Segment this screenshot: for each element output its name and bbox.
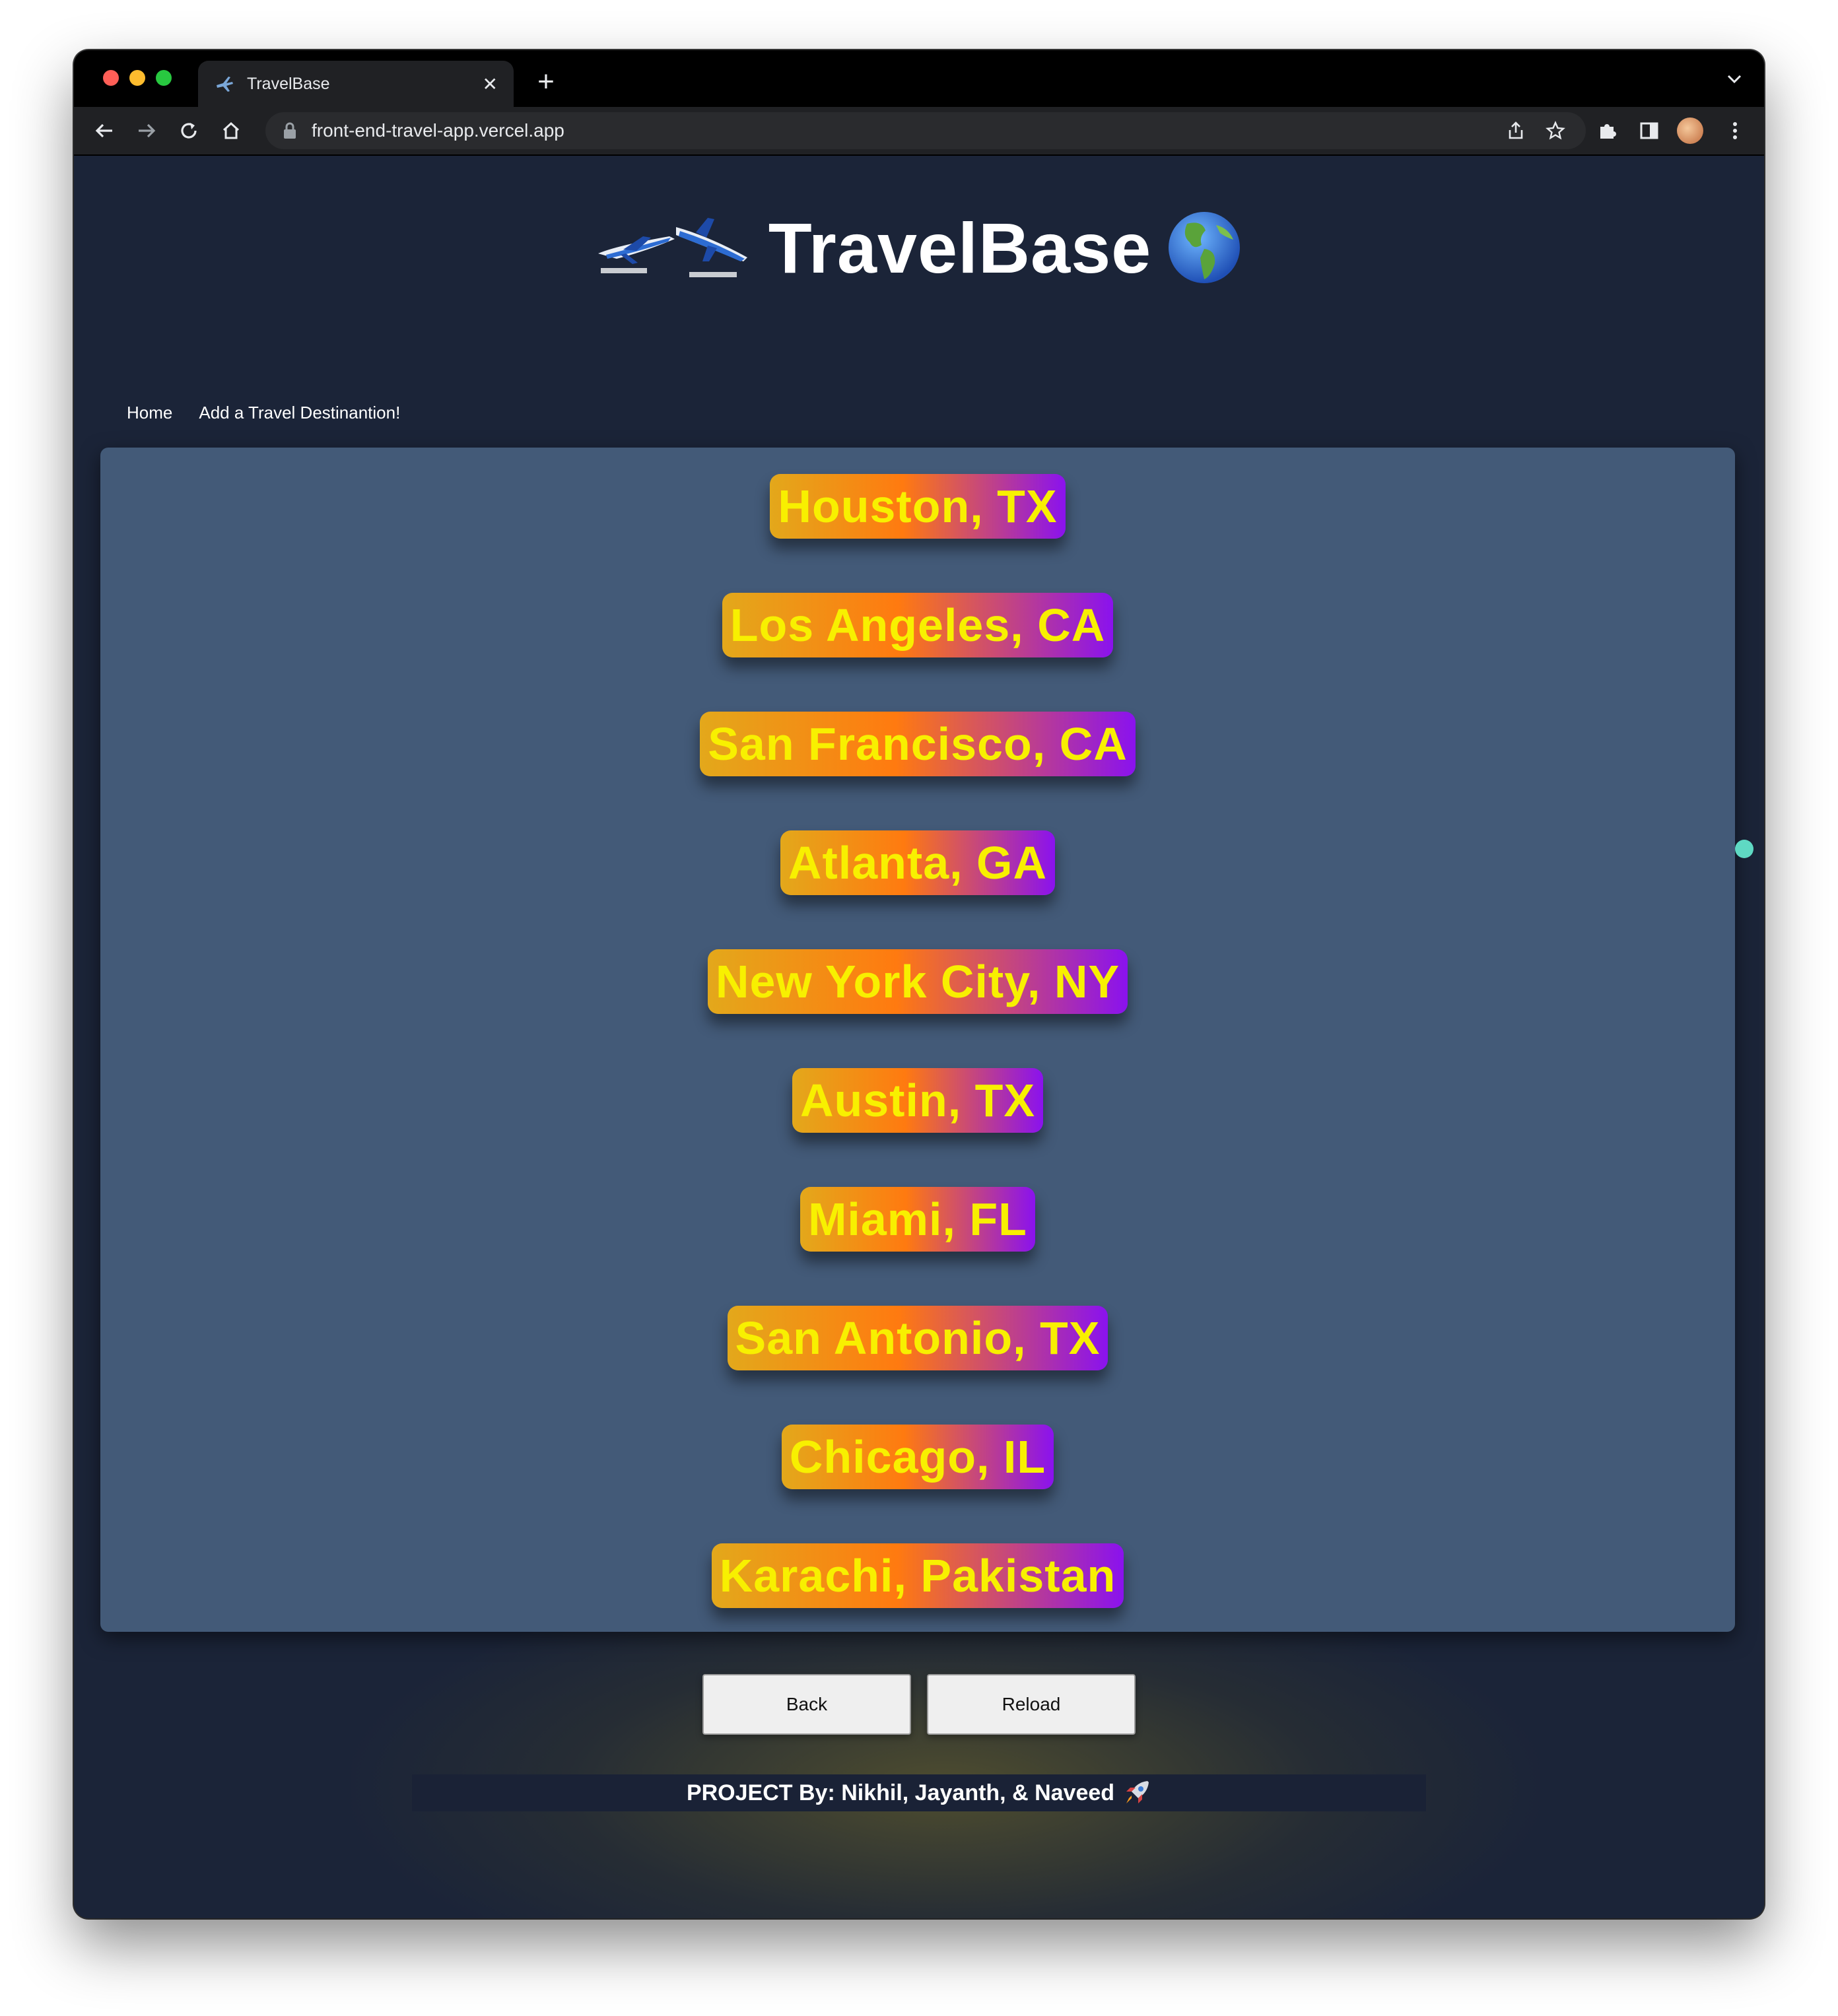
airplanes-icon <box>597 218 747 277</box>
reload-button[interactable]: Reload <box>927 1674 1136 1735</box>
browser-tab[interactable]: TravelBase ✕ <box>198 61 514 107</box>
destinations-panel: Houston, TX Los Angeles, CA San Francisc… <box>100 448 1735 1632</box>
more-menu-icon[interactable] <box>1720 116 1750 145</box>
nav-link-add-destination[interactable]: Add a Travel Destinantion! <box>199 403 400 423</box>
tab-title: TravelBase <box>247 74 330 93</box>
browser-window: TravelBase ✕ + front-end-travel-app.verc… <box>74 50 1764 1918</box>
browser-toolbar: front-end-travel-app.vercel.app <box>74 107 1764 156</box>
chevron-down-icon[interactable] <box>1724 69 1744 88</box>
destination-item[interactable]: Los Angeles, CA <box>722 593 1114 657</box>
destination-item[interactable]: New York City, NY <box>707 949 1128 1014</box>
destination-item[interactable]: Houston, TX <box>770 474 1066 539</box>
destination-item[interactable]: Miami, FL <box>800 1187 1035 1252</box>
site-nav: Home Add a Travel Destinantion! <box>127 403 400 423</box>
destination-item[interactable]: Chicago, IL <box>781 1425 1054 1489</box>
share-icon[interactable] <box>1503 118 1529 144</box>
close-window-button[interactable] <box>103 70 119 86</box>
profile-avatar[interactable] <box>1677 118 1703 144</box>
destination-item[interactable]: San Francisco, CA <box>700 712 1136 776</box>
minimize-window-button[interactable] <box>129 70 145 86</box>
destination-item[interactable]: San Antonio, TX <box>727 1306 1108 1370</box>
nav-link-home[interactable]: Home <box>127 403 172 423</box>
tab-strip: TravelBase ✕ + <box>74 50 1764 107</box>
site-title: TravelBase <box>768 207 1152 288</box>
site-header: TravelBase <box>74 205 1764 290</box>
footer-credits: PROJECT By: Nikhil, Jayanth, & Naveed <box>412 1774 1426 1811</box>
new-tab-button[interactable]: + <box>529 63 562 100</box>
back-button[interactable]: Back <box>702 1674 911 1735</box>
back-arrow-icon[interactable] <box>87 114 121 148</box>
scroll-indicator[interactable] <box>1735 840 1753 858</box>
lock-icon <box>284 122 296 139</box>
extensions-icon[interactable] <box>1592 116 1621 145</box>
action-buttons: Back Reload <box>74 1674 1764 1735</box>
forward-arrow-icon[interactable] <box>129 114 164 148</box>
airplane-icon <box>217 77 233 92</box>
destination-list: Houston, TX Los Angeles, CA San Francisc… <box>100 474 1735 1662</box>
destination-item[interactable]: Atlanta, GA <box>780 830 1056 895</box>
side-panel-icon[interactable] <box>1635 116 1664 145</box>
rocket-icon <box>1126 1781 1149 1803</box>
globe-icon <box>1169 212 1241 283</box>
url-text: front-end-travel-app.vercel.app <box>312 120 564 141</box>
maximize-window-button[interactable] <box>156 70 172 86</box>
address-bar[interactable]: front-end-travel-app.vercel.app <box>265 112 1586 149</box>
reload-icon[interactable] <box>172 114 206 148</box>
web-page: TravelBase Home Add a Travel Destinantio… <box>74 156 1764 1918</box>
close-tab-icon[interactable]: ✕ <box>483 73 498 95</box>
footer-text: PROJECT By: Nikhil, Jayanth, & Naveed <box>686 1780 1115 1805</box>
destination-item[interactable]: Karachi, Pakistan <box>711 1543 1124 1608</box>
destination-item[interactable]: Austin, TX <box>792 1068 1044 1133</box>
home-icon[interactable] <box>214 114 248 148</box>
bookmark-star-icon[interactable] <box>1542 118 1569 144</box>
